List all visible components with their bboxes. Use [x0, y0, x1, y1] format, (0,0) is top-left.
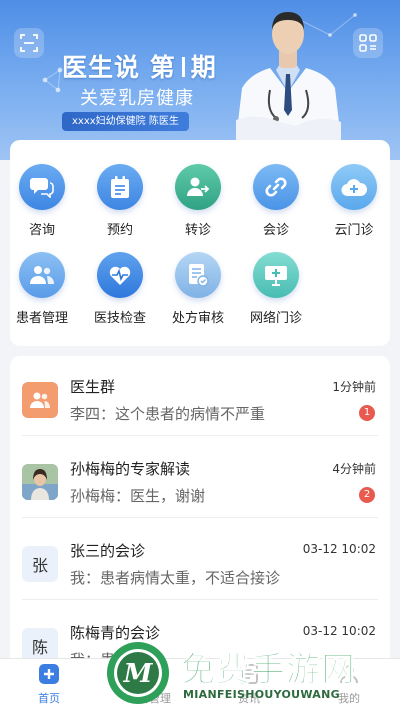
monitor-icon [265, 266, 287, 286]
tab-label: 首页 [38, 692, 60, 705]
scan-icon [20, 34, 38, 52]
chat-title: 孙梅梅的专家解读 [70, 460, 191, 478]
watermark-text: 免费手游网 [181, 650, 356, 691]
divider [22, 599, 378, 600]
grid-menu-icon [359, 34, 377, 52]
service-consultation[interactable]: 会诊 [241, 164, 311, 238]
patients-icon [30, 266, 54, 284]
service-prescription-review[interactable]: 处方审核 [163, 252, 233, 326]
service-label: 咨询 [28, 223, 55, 238]
chat-time: 4分钟前 [332, 462, 376, 476]
service-label: 会诊 [262, 223, 289, 238]
list-item[interactable]: 医生群 李四：这个患者的病情不严重 1分钟前 1 [10, 356, 390, 436]
chat-title: 医生群 [70, 378, 116, 396]
unread-badge: 1 [359, 405, 375, 421]
scan-button[interactable] [14, 28, 44, 58]
watermark-logo: M [107, 642, 169, 704]
service-medical-exam[interactable]: 医技检查 [85, 252, 155, 326]
service-online-clinic[interactable]: 网络门诊 [241, 252, 311, 326]
list-item[interactable]: 张 张三的会诊 我：患者病情太重，不适合接诊 03-12 10:02 [10, 520, 390, 600]
user-photo [22, 464, 58, 500]
chat-time: 1分钟前 [332, 380, 376, 394]
banner-subtitle: 关爱乳房健康 [80, 88, 194, 109]
unread-badge: 2 [359, 487, 375, 503]
service-label: 网络门诊 [249, 311, 302, 326]
service-label: 患者管理 [15, 311, 68, 326]
banner[interactable]: 医生说 第期 关爱乳房健康 xxxx妇幼保健院 陈医生 [0, 0, 400, 160]
banner-title: 医生说 第期 [62, 53, 217, 82]
avatar: 张 [22, 546, 58, 582]
chat-title: 张三的会诊 [70, 542, 146, 560]
watermark: M 免费手游网 MIANFEISHOUYOUWANG [105, 640, 395, 711]
link-icon [265, 177, 287, 197]
chat-icon [30, 178, 54, 198]
list-item[interactable]: 孙梅梅的专家解读 孙梅梅：医生，谢谢 4分钟前 2 [10, 438, 390, 518]
chat-preview: 我：患者病情太重，不适合接诊 [70, 569, 281, 587]
watermark-subtext: MIANFEISHOUYOUWANG [183, 688, 340, 701]
tab-home[interactable]: 首页 [14, 663, 84, 706]
calendar-icon [111, 176, 129, 198]
service-consult[interactable]: 咨询 [7, 164, 77, 238]
service-label: 云门诊 [334, 223, 374, 238]
divider [22, 517, 378, 518]
service-label: 处方审核 [171, 311, 224, 326]
service-patient-management[interactable]: 患者管理 [7, 252, 77, 326]
chat-time: 03-12 10:02 [302, 624, 376, 638]
service-cloud-clinic[interactable]: 云门诊 [319, 164, 389, 238]
chat-time: 03-12 10:02 [302, 542, 376, 556]
watermark-logo-letter: M [123, 659, 154, 689]
referral-icon [187, 177, 210, 196]
menu-button[interactable] [353, 28, 383, 58]
service-label: 预约 [106, 223, 133, 238]
avatar [22, 464, 58, 500]
service-label: 医技检查 [93, 311, 146, 326]
cloud-add-icon [341, 179, 367, 197]
service-appointment[interactable]: 预约 [85, 164, 155, 238]
heart-pulse-icon [109, 266, 131, 285]
avatar [22, 382, 58, 418]
chat-preview: 孙梅梅：医生，谢谢 [70, 487, 206, 505]
service-grid: 咨询 预约 转诊 会诊 云门诊 患者管理 医技检查 处方审核 网络门诊 [10, 140, 390, 346]
service-label: 转诊 [184, 223, 211, 238]
doctor-illustration [236, 12, 341, 140]
service-referral[interactable]: 转诊 [163, 164, 233, 238]
chat-preview: 李四：这个患者的病情不严重 [70, 405, 266, 423]
group-icon [30, 392, 50, 408]
divider [22, 435, 378, 436]
home-icon [39, 664, 59, 684]
prescription-icon [189, 264, 209, 287]
banner-doctor-tag: xxxx妇幼保健院 陈医生 [62, 112, 189, 131]
